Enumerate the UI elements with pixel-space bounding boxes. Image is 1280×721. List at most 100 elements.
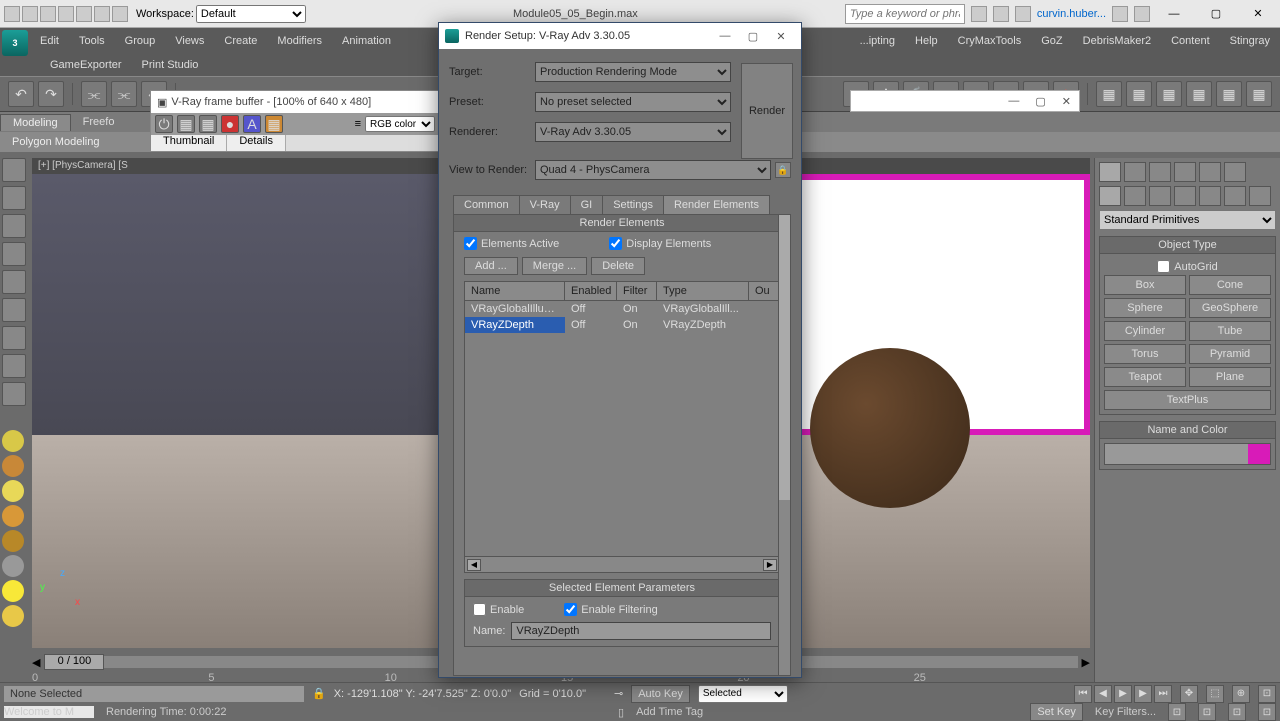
prim-torus[interactable]: Torus: [1104, 344, 1186, 364]
merge-element-button[interactable]: Merge ...: [522, 257, 587, 275]
left-tool[interactable]: [2, 270, 26, 294]
tb-icon[interactable]: [112, 6, 128, 22]
tb-icon[interactable]: [1112, 6, 1128, 22]
key-icon[interactable]: ⊸: [614, 687, 623, 700]
scroll-left[interactable]: ◀: [467, 559, 481, 571]
panel-tab[interactable]: [1124, 162, 1146, 182]
viewport-label[interactable]: [+] [PhysCamera] [S: [38, 160, 128, 171]
left-tool[interactable]: [2, 214, 26, 238]
left-prim[interactable]: [2, 455, 24, 477]
element-name-field[interactable]: [511, 622, 771, 640]
menu-item[interactable]: Stingray: [1220, 28, 1280, 54]
autokey-button[interactable]: Auto Key: [631, 685, 690, 703]
enable-element-check[interactable]: [473, 603, 486, 616]
left-tool[interactable]: [2, 382, 26, 406]
dialog-maximize[interactable]: ▢: [739, 26, 767, 46]
create-cat[interactable]: [1224, 186, 1246, 206]
enable-filtering-check[interactable]: [564, 603, 577, 616]
left-tool[interactable]: [2, 354, 26, 378]
render-button[interactable]: Render: [741, 63, 793, 159]
menu-item[interactable]: Modifiers: [267, 28, 332, 54]
menu-icon[interactable]: ≡: [355, 118, 361, 130]
left-tool[interactable]: [2, 298, 26, 322]
menu-item[interactable]: Tools: [69, 28, 115, 54]
menu-item[interactable]: Help: [905, 28, 948, 54]
preset-select[interactable]: No preset selected: [535, 92, 731, 112]
menu-item[interactable]: Views: [165, 28, 214, 54]
tb-icon[interactable]: [971, 6, 987, 22]
panel-tab[interactable]: [1199, 162, 1221, 182]
delete-element-button[interactable]: Delete: [591, 257, 645, 275]
menu-item[interactable]: Animation: [332, 28, 401, 54]
prim-teapot[interactable]: Teapot: [1104, 367, 1186, 387]
left-tool[interactable]: [2, 158, 26, 182]
tab-vray[interactable]: V-Ray: [519, 195, 571, 214]
workspace-select[interactable]: Default: [196, 5, 306, 23]
next-frame[interactable]: ▶: [1134, 685, 1152, 703]
nav-btn[interactable]: ⊡: [1168, 703, 1186, 721]
link-button[interactable]: ⫘: [81, 81, 107, 107]
signin[interactable]: curvin.huber...: [1037, 8, 1106, 20]
menu-item[interactable]: GameExporter: [40, 59, 132, 71]
nav-btn[interactable]: ⊡: [1228, 703, 1246, 721]
sub-min[interactable]: —: [1008, 95, 1019, 107]
fb-btn[interactable]: ▦: [265, 115, 283, 133]
time-thumb[interactable]: 0 / 100: [44, 654, 104, 670]
table-hscroll[interactable]: ◀ ▶: [465, 556, 779, 572]
prim-cylinder[interactable]: Cylinder: [1104, 321, 1186, 341]
fb-btn[interactable]: ▦: [177, 115, 195, 133]
dialog-minimize[interactable]: —: [711, 26, 739, 46]
lock-icon[interactable]: 🔒: [312, 687, 326, 700]
tl-right[interactable]: ▶: [1082, 656, 1090, 669]
ribbon-tab-freeform[interactable]: Freefo: [71, 114, 127, 130]
prim-tube[interactable]: Tube: [1189, 321, 1271, 341]
tb-icon[interactable]: [4, 6, 20, 22]
tb-icon[interactable]: [40, 6, 56, 22]
tag-icon[interactable]: ▯: [618, 706, 624, 719]
display-elements-check[interactable]: [609, 237, 622, 250]
prim-textplus[interactable]: TextPlus: [1104, 390, 1271, 410]
tb-icon[interactable]: [22, 6, 38, 22]
ribbon-tab-modeling[interactable]: Modeling: [0, 114, 71, 131]
nav-btn[interactable]: ⊡: [1258, 703, 1276, 721]
goto-start[interactable]: ⏮: [1074, 685, 1092, 703]
view-select[interactable]: Quad 4 - PhysCamera: [535, 160, 771, 180]
tab-settings[interactable]: Settings: [602, 195, 664, 214]
elements-active-check[interactable]: [464, 237, 477, 250]
create-cat[interactable]: [1249, 186, 1271, 206]
close-button[interactable]: ✕: [1240, 3, 1276, 25]
toolbar-button[interactable]: ▦: [1156, 81, 1182, 107]
fb-btn[interactable]: ▦: [199, 115, 217, 133]
tb-icon[interactable]: [58, 6, 74, 22]
create-cat[interactable]: [1099, 186, 1121, 206]
sub-close[interactable]: ✕: [1062, 95, 1071, 108]
menu-item[interactable]: DebrisMaker2: [1073, 28, 1161, 54]
tb-icon[interactable]: [1134, 6, 1150, 22]
fb-btn[interactable]: ⏻: [155, 115, 173, 133]
sub-max[interactable]: ▢: [1035, 95, 1045, 108]
create-cat[interactable]: [1174, 186, 1196, 206]
nav-btn[interactable]: ⬚: [1206, 685, 1224, 703]
menu-item[interactable]: Create: [214, 28, 267, 54]
render-setup-dialog[interactable]: Render Setup: V-Ray Adv 3.30.05 — ▢ ✕ Ta…: [438, 22, 802, 678]
goto-end[interactable]: ⏭: [1154, 685, 1172, 703]
primitive-category[interactable]: Standard Primitives: [1099, 210, 1276, 230]
left-prim[interactable]: [2, 530, 24, 552]
left-prim[interactable]: [2, 505, 24, 527]
prim-cone[interactable]: Cone: [1189, 275, 1271, 295]
toolbar-button[interactable]: ▦: [1216, 81, 1242, 107]
dialog-close[interactable]: ✕: [767, 26, 795, 46]
panel-tab[interactable]: [1149, 162, 1171, 182]
nav-btn[interactable]: ⊕: [1232, 685, 1250, 703]
tb-icon[interactable]: [993, 6, 1009, 22]
nav-btn[interactable]: ✥: [1180, 685, 1198, 703]
menu-item[interactable]: ...ipting: [850, 28, 905, 54]
autogrid-check[interactable]: [1157, 260, 1170, 273]
menu-item[interactable]: Print Studio: [132, 59, 209, 71]
tb-icon[interactable]: [76, 6, 92, 22]
rollout-object-type[interactable]: Object Type: [1099, 236, 1276, 254]
frame-buffer-window[interactable]: ▣ V-Ray frame buffer - [100% of 640 x 48…: [150, 90, 440, 150]
maximize-button[interactable]: ▢: [1198, 3, 1234, 25]
key-filters[interactable]: Key Filters...: [1095, 706, 1156, 718]
prev-frame[interactable]: ◀: [1094, 685, 1112, 703]
